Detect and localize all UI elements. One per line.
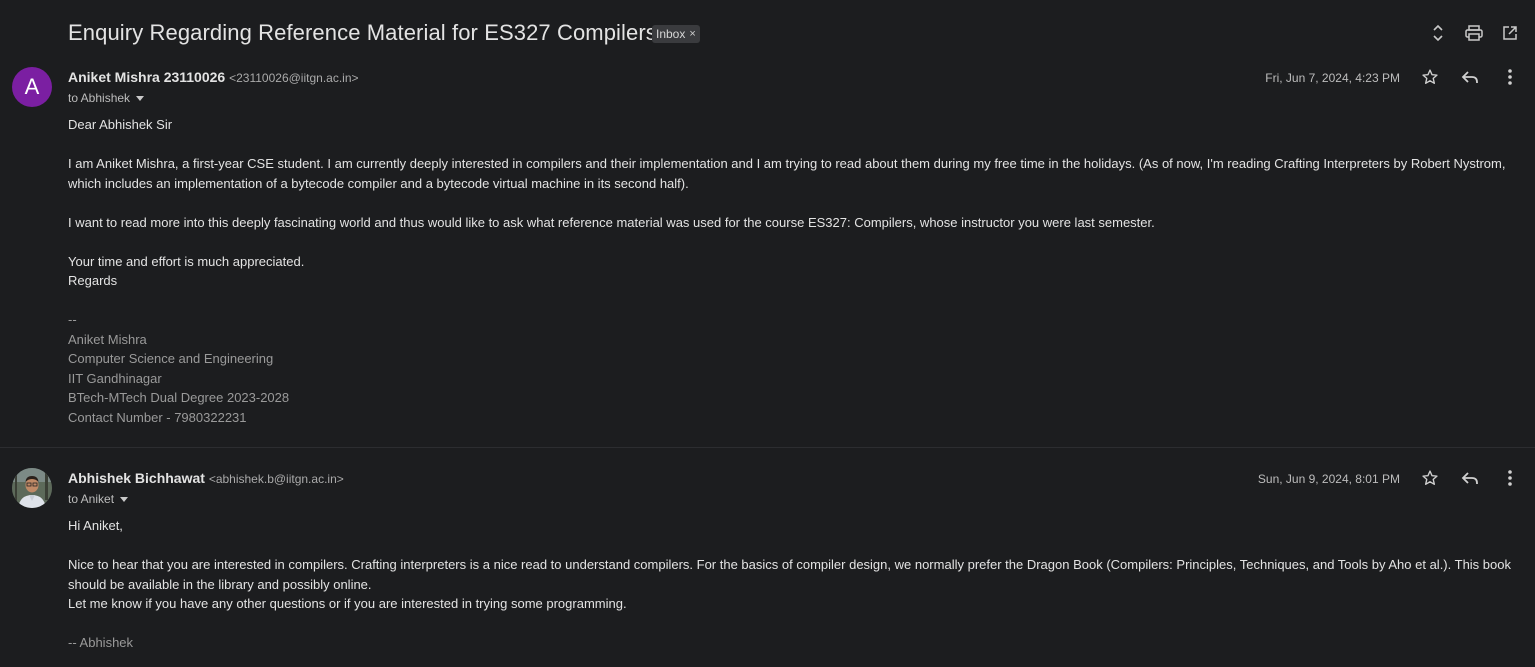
reply-icon[interactable] <box>1459 467 1481 489</box>
body-paragraph: I want to read more into this deeply fas… <box>68 214 1155 230</box>
expand-collapse-icon[interactable] <box>1427 22 1449 44</box>
more-vert-icon[interactable] <box>1499 66 1521 88</box>
body-paragraph: Nice to hear that you are interested in … <box>68 557 1511 592</box>
message-body: Hi Aniket, Nice to hear that you are int… <box>68 516 1518 653</box>
message-date: Fri, Jun 7, 2024, 4:23 PM <box>1265 71 1400 85</box>
recipient-text: to Abhishek <box>68 91 131 105</box>
message-divider <box>0 447 1535 448</box>
sender-name[interactable]: Abhishek Bichhawat <box>68 470 205 486</box>
inbox-label-chip[interactable]: Inbox × <box>652 25 700 43</box>
print-icon[interactable] <box>1463 22 1485 44</box>
message-date: Sun, Jun 9, 2024, 8:01 PM <box>1257 472 1400 486</box>
subject-row: Enquiry Regarding Reference Material for… <box>0 0 1535 66</box>
open-new-window-icon[interactable] <box>1499 22 1521 44</box>
remove-label-icon[interactable]: × <box>689 25 695 43</box>
message-body: Dear Abhishek Sir I am Aniket Mishra, a … <box>68 115 1518 427</box>
signature-line: Contact Number - 7980322231 <box>68 409 247 425</box>
signature-line: IIT Gandhinagar <box>68 370 162 386</box>
body-paragraph: Your time and effort is much appreciated… <box>68 253 305 269</box>
signature-line: Aniket Mishra <box>68 331 147 347</box>
signature-line: BTech-MTech Dual Degree 2023-2028 <box>68 390 290 405</box>
sender-line: Abhishek Bichhawat <abhishek.b@iitgn.ac.… <box>68 470 344 486</box>
more-vert-icon[interactable] <box>1499 467 1521 489</box>
label-text: Inbox <box>656 27 686 41</box>
signature-line: -- <box>68 312 77 327</box>
signature: -- Abhishek <box>68 635 134 650</box>
greeting: Hi Aniket, <box>68 518 123 533</box>
recipient-line[interactable]: to Aniket <box>68 492 129 506</box>
email-thread-view: Enquiry Regarding Reference Material for… <box>0 0 1535 667</box>
body-paragraph: Let me know if you have any other questi… <box>68 596 627 611</box>
show-details-icon[interactable] <box>136 95 145 101</box>
thread-subject: Enquiry Regarding Reference Material for… <box>68 20 657 45</box>
signature-line: Computer Science and Engineering <box>68 351 274 366</box>
reply-icon[interactable] <box>1459 66 1481 88</box>
show-details-icon[interactable] <box>120 496 129 502</box>
sender-avatar[interactable]: A <box>12 67 52 107</box>
closing: Regards <box>68 273 118 288</box>
sender-avatar[interactable] <box>12 468 52 508</box>
star-icon[interactable] <box>1419 66 1441 88</box>
greeting: Dear Abhishek Sir <box>68 117 173 132</box>
sender-name[interactable]: Aniket Mishra 23110026 <box>68 69 225 85</box>
recipient-text: to Aniket <box>68 492 115 506</box>
sender-line: Aniket Mishra 23110026 <23110026@iitgn.a… <box>68 69 359 85</box>
star-icon[interactable] <box>1419 467 1441 489</box>
sender-email: <abhishek.b@iitgn.ac.in> <box>208 472 344 486</box>
sender-email: <23110026@iitgn.ac.in> <box>229 71 359 85</box>
recipient-line[interactable]: to Abhishek <box>68 91 145 105</box>
body-paragraph: I am Aniket Mishra, a first-year CSE stu… <box>68 156 1506 191</box>
profile-photo-icon <box>12 468 52 508</box>
signature: -- Aniket Mishra Computer Science and En… <box>68 310 1518 427</box>
